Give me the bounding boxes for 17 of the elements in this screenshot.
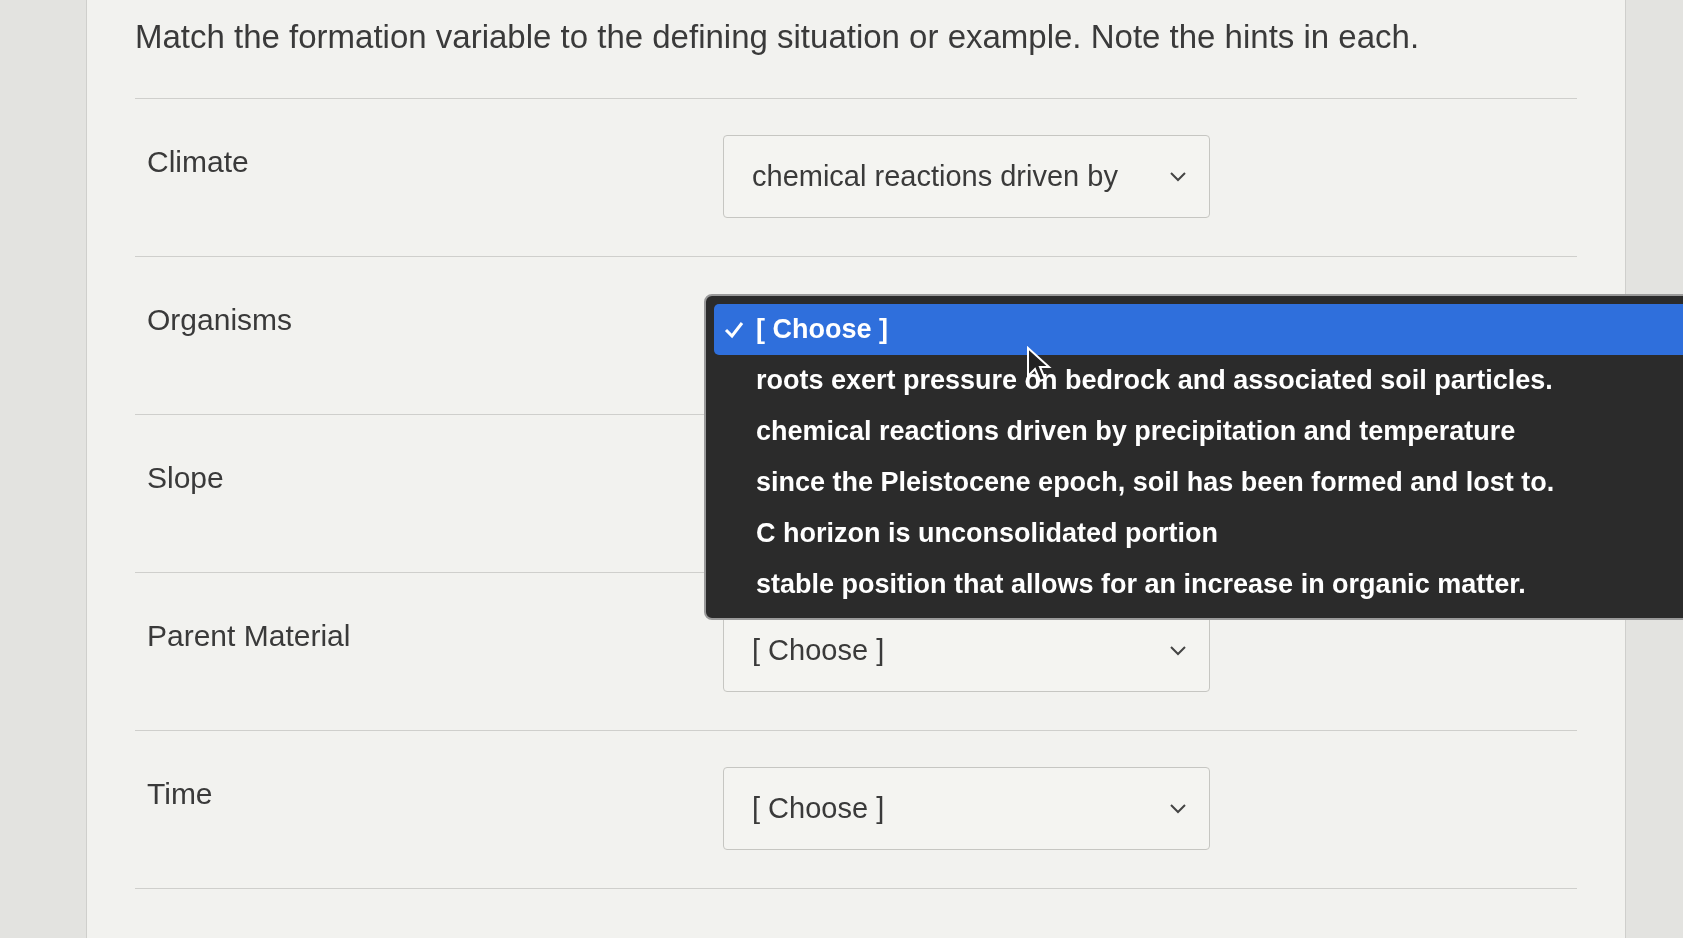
chevron-down-icon (1169, 803, 1187, 814)
answer-dropdown[interactable]: chemical reactions driven by (723, 135, 1210, 218)
variable-label: Climate (146, 144, 250, 179)
dropdown-option[interactable]: stable position that allows for an increase in organic matter. (714, 559, 1683, 610)
chevron-down-icon (1169, 171, 1187, 182)
dropdown-option[interactable]: chemical reactions driven by precipitation and temperature (714, 406, 1683, 457)
check-icon (724, 320, 744, 339)
dropdown-option[interactable]: C horizon is unconsolidated portion (714, 508, 1683, 559)
variable-label: Organisms (146, 302, 294, 337)
variable-label: Slope (146, 460, 225, 495)
answer-dropdown[interactable]: [ Choose ] (723, 767, 1210, 850)
dropdown-option[interactable]: since the Pleistocene epoch, soil has been formed and lost to. (714, 457, 1683, 508)
question-text: Match the formation variable to the defining situation or example. Note the hints in each. (135, 0, 1577, 99)
variable-label: Time (146, 776, 214, 811)
variable-label: Parent Material (146, 618, 352, 653)
dropdown-option[interactable]: [ Choose ] (714, 304, 1683, 355)
chevron-down-icon (1169, 645, 1187, 656)
